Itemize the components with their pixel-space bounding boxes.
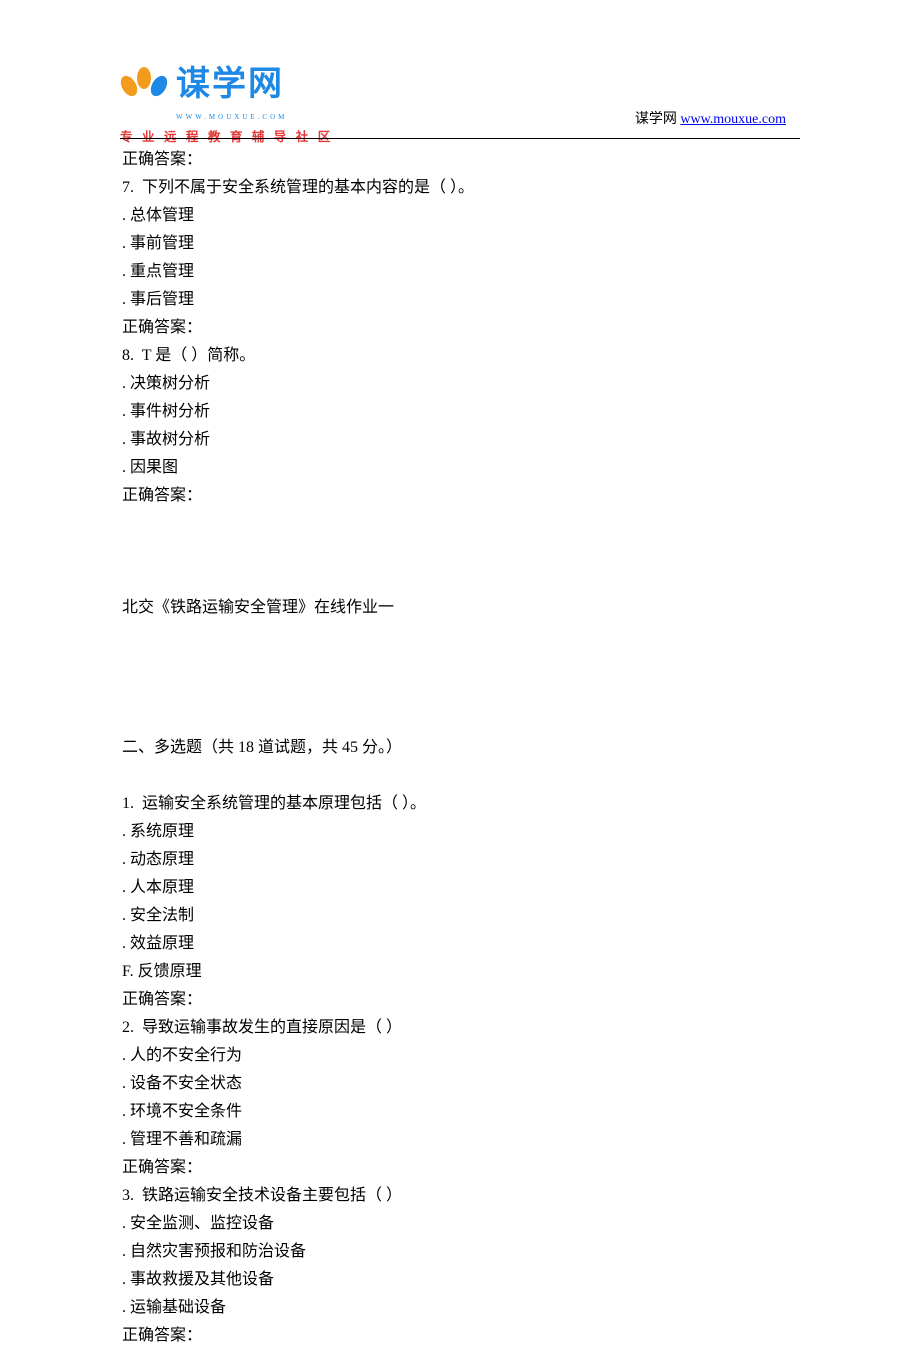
text-line: . 安全监测、监控设备 — [122, 1210, 800, 1238]
text-line: . 重点管理 — [122, 258, 800, 286]
text-line: 正确答案： — [122, 314, 800, 342]
text-line: . 人的不安全行为 — [122, 1042, 800, 1070]
text-line: . 事故救援及其他设备 — [122, 1266, 800, 1294]
flower-icon — [120, 67, 168, 103]
brand-name: 谋学网 — [176, 55, 284, 115]
text-line: . 设备不安全状态 — [122, 1070, 800, 1098]
text-line: 1. 运输安全系统管理的基本原理包括（ ）。 — [122, 790, 800, 818]
text-line: . 动态原理 — [122, 846, 800, 874]
logo-top-row: 谋学网 — [120, 55, 333, 115]
text-line: . 效益原理 — [122, 930, 800, 958]
brand-text: 谋学网 — [176, 55, 284, 115]
text-line: 7. 下列不属于安全系统管理的基本内容的是（ ）。 — [122, 174, 800, 202]
text-line: 正确答案： — [122, 482, 800, 510]
text-line: . 决策树分析 — [122, 370, 800, 398]
text-line: . 安全法制 — [122, 902, 800, 930]
document-body: 正确答案： 7. 下列不属于安全系统管理的基本内容的是（ ）。 . 总体管理 .… — [122, 146, 800, 1350]
text-line: . 事件树分析 — [122, 398, 800, 426]
text-line: 正确答案： — [122, 1322, 800, 1350]
text-line: . 总体管理 — [122, 202, 800, 230]
blank-line — [122, 510, 800, 538]
blank-line — [122, 706, 800, 734]
blank-line — [122, 678, 800, 706]
header-right-text: 谋学网 — [635, 112, 681, 127]
text-line: 正确答案： — [122, 986, 800, 1014]
text-line: . 人本原理 — [122, 874, 800, 902]
text-line: F. 反馈原理 — [122, 958, 800, 986]
blank-line — [122, 538, 800, 566]
blank-line — [122, 622, 800, 650]
text-line: 北交《铁路运输安全管理》在线作业一 — [122, 594, 800, 622]
text-line: . 管理不善和疏漏 — [122, 1126, 800, 1154]
header-right-link[interactable]: www.mouxue.com — [680, 112, 786, 127]
text-line: 3. 铁路运输安全技术设备主要包括（ ） — [122, 1182, 800, 1210]
text-line: . 事前管理 — [122, 230, 800, 258]
blank-line — [122, 650, 800, 678]
brand-url: WWW.MOUXUE.COM — [176, 111, 333, 123]
text-line: . 运输基础设备 — [122, 1294, 800, 1322]
text-line: . 自然灾害预报和防治设备 — [122, 1238, 800, 1266]
page-header: 谋学网 WWW.MOUXUE.COM 专 业 远 程 教 育 辅 导 社 区 谋… — [0, 0, 920, 140]
header-right: 谋学网 www.mouxue.com — [635, 108, 786, 133]
header-divider — [120, 138, 800, 139]
text-line: 正确答案： — [122, 146, 800, 174]
text-line: 二、多选题（共 18 道试题，共 45 分。） — [122, 734, 800, 762]
text-line: . 因果图 — [122, 454, 800, 482]
text-line: . 系统原理 — [122, 818, 800, 846]
text-line: 正确答案： — [122, 1154, 800, 1182]
text-line: 8. T 是（ ）简称。 — [122, 342, 800, 370]
blank-line — [122, 762, 800, 790]
logo-block: 谋学网 WWW.MOUXUE.COM 专 业 远 程 教 育 辅 导 社 区 — [120, 55, 333, 149]
blank-line — [122, 566, 800, 594]
text-line: . 事后管理 — [122, 286, 800, 314]
text-line: 2. 导致运输事故发生的直接原因是（ ） — [122, 1014, 800, 1042]
text-line: . 环境不安全条件 — [122, 1098, 800, 1126]
text-line: . 事故树分析 — [122, 426, 800, 454]
